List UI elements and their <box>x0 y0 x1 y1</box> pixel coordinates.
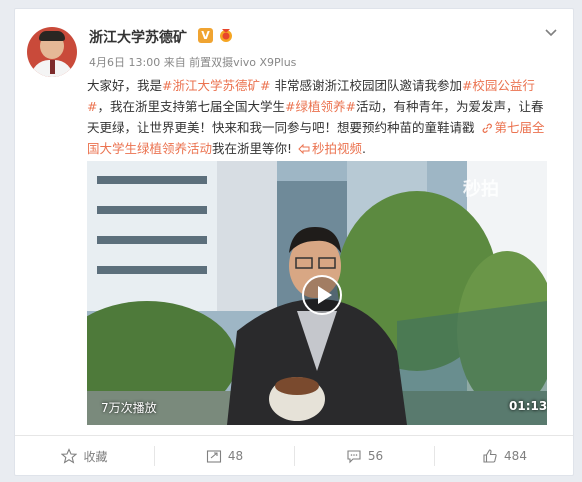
text-segment: ，我在浙里支持第七届全国大学生 <box>97 99 285 114</box>
play-count: 7万次播放 <box>101 401 157 415</box>
star-icon <box>61 448 78 464</box>
video-link[interactable]: 秒拍视频 <box>312 141 362 156</box>
play-button-icon[interactable] <box>302 275 342 315</box>
post-content: 大家好，我是#浙江大学苏德矿# 非常感谢浙江校园团队邀请我参加#校园公益行#，我… <box>87 75 553 159</box>
medal-icon[interactable] <box>218 27 234 43</box>
link-icon <box>482 123 492 133</box>
avatar-hair <box>39 31 65 41</box>
author-name[interactable]: 浙江大学苏德矿 <box>89 27 187 47</box>
post-meta: 4月6日 13:00 来自 前置双摄vivo X9Plus <box>89 56 297 69</box>
video-duration: 01:13 <box>509 399 547 413</box>
comment-count: 56 <box>367 449 384 463</box>
text-segment: . <box>362 141 367 156</box>
hashtag-link[interactable]: #绿植领养# <box>285 99 356 114</box>
video-watermark: 秒拍 <box>463 179 499 200</box>
comment-icon <box>347 450 361 464</box>
avatar[interactable] <box>27 27 77 77</box>
mention-link[interactable]: #浙江大学苏德矿# <box>162 78 270 93</box>
repost-button[interactable]: 48 <box>155 436 294 476</box>
favorite-button[interactable]: 收藏 <box>15 436 154 476</box>
weibo-post-card: 浙江大学苏德矿 V 4月6日 13:00 来自 前置双摄vivo X9Plus … <box>14 8 574 476</box>
comment-button[interactable]: 56 <box>295 436 434 476</box>
verified-badge-icon[interactable]: V <box>198 28 213 43</box>
text-segment: 大家好，我是 <box>87 78 163 93</box>
favorite-label: 收藏 <box>83 449 108 464</box>
avatar-tie <box>50 60 55 74</box>
like-count: 484 <box>504 449 527 463</box>
action-bar: 收藏 48 56 484 <box>15 435 573 476</box>
repost-icon <box>206 450 221 463</box>
like-button[interactable]: 484 <box>435 436 574 476</box>
thumbs-up-icon <box>483 449 497 463</box>
text-segment: 非常感谢浙江校园团队邀请我参加 <box>270 78 462 93</box>
video-link-icon <box>298 143 310 155</box>
chevron-down-icon[interactable] <box>544 25 558 39</box>
video-player[interactable]: 秒拍 7万次播放 01:13 <box>87 161 547 425</box>
repost-count: 48 <box>227 449 244 463</box>
text-segment: 我在浙里等你! <box>212 141 293 156</box>
